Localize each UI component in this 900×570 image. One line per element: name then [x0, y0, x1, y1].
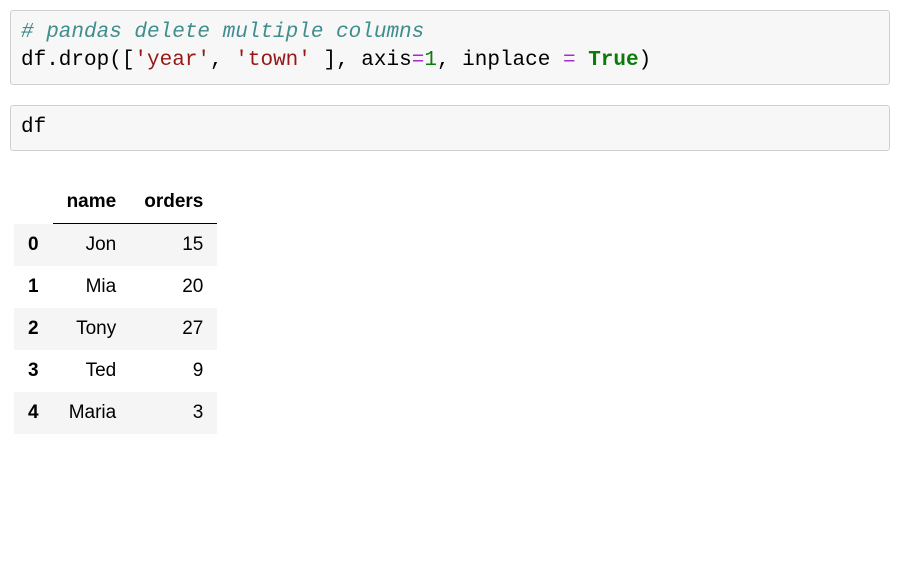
code-text: , [210, 49, 235, 72]
code-text: ) [639, 49, 652, 72]
table-row: 3 Ted 9 [14, 350, 217, 392]
table-header-cell: orders [130, 181, 217, 224]
table-index-cell: 0 [14, 224, 53, 267]
table-cell: Maria [53, 392, 131, 434]
code-keyword: True [588, 49, 638, 72]
table-index-cell: 3 [14, 350, 53, 392]
table-row: 0 Jon 15 [14, 224, 217, 267]
code-operator: = [412, 49, 425, 72]
code-string: 'town' [235, 49, 311, 72]
code-text: , inplace [437, 49, 563, 72]
table-index-cell: 2 [14, 308, 53, 350]
table-row: 2 Tony 27 [14, 308, 217, 350]
table-cell: 20 [130, 266, 217, 308]
code-number: 1 [424, 49, 437, 72]
output-area: name orders 0 Jon 15 1 Mia 20 2 Tony 27 … [10, 171, 890, 444]
code-operator: = [563, 49, 588, 72]
code-comment: # pandas delete multiple columns [21, 21, 424, 44]
code-string: 'year' [134, 49, 210, 72]
dataframe-table: name orders 0 Jon 15 1 Mia 20 2 Tony 27 … [14, 181, 217, 434]
table-header-row: name orders [14, 181, 217, 224]
table-header-cell: name [53, 181, 131, 224]
table-row: 1 Mia 20 [14, 266, 217, 308]
code-text: df [21, 116, 46, 139]
table-cell: Tony [53, 308, 131, 350]
table-cell: 15 [130, 224, 217, 267]
code-text: ], axis [311, 49, 412, 72]
table-index-cell: 1 [14, 266, 53, 308]
table-corner-cell [14, 181, 53, 224]
table-cell: 3 [130, 392, 217, 434]
table-row: 4 Maria 3 [14, 392, 217, 434]
table-cell: Jon [53, 224, 131, 267]
code-cell-1[interactable]: # pandas delete multiple columns df.drop… [10, 10, 890, 85]
code-text: df.drop([ [21, 49, 134, 72]
table-index-cell: 4 [14, 392, 53, 434]
table-cell: 9 [130, 350, 217, 392]
code-cell-2[interactable]: df [10, 105, 890, 151]
table-cell: Ted [53, 350, 131, 392]
table-cell: Mia [53, 266, 131, 308]
table-cell: 27 [130, 308, 217, 350]
